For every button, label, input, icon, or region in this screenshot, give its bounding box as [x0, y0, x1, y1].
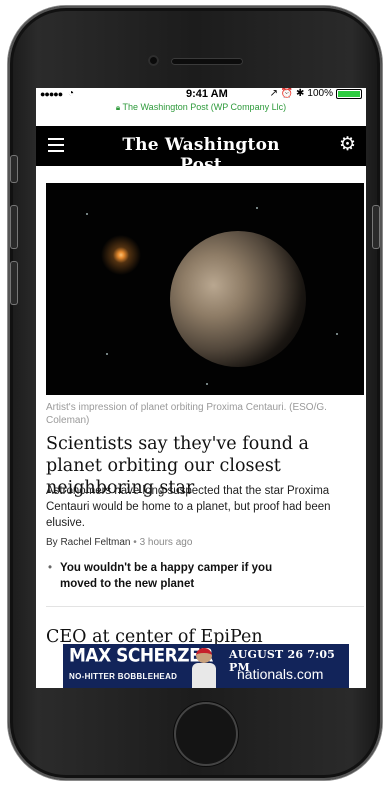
phone-screen: ●●●●● ◔ 9:41 AM ↗ ⏰ ✱ 100% 🔒︎ The Washin… [36, 88, 366, 688]
related-link[interactable]: • You wouldn't be a happy camper if you … [48, 560, 290, 592]
battery-icon [336, 88, 362, 99]
mute-switch [11, 156, 17, 182]
status-indicators: ↗ ⏰ ✱ 100% [270, 88, 362, 99]
ad-site: nationals.com [237, 666, 324, 682]
article-photo[interactable] [46, 183, 364, 395]
ad-subtitle: NO-HITTER BOBBLEHEAD [69, 672, 178, 681]
article-summary: Astronomers have long suspected that the… [46, 485, 331, 529]
wifi-icon: ◔ [68, 88, 75, 99]
related-link-text[interactable]: You wouldn't be a happy camper if you mo… [60, 562, 272, 590]
lock-icon: 🔒︎ [115, 103, 121, 112]
battery-percent: 100% [307, 88, 333, 99]
power-button [373, 206, 379, 248]
hamburger-menu-icon[interactable] [48, 138, 64, 152]
url-bar[interactable]: 🔒︎ The Washington Post (WP Company Llc) [36, 102, 366, 114]
home-button[interactable] [174, 702, 238, 766]
status-bar: ●●●●● ◔ 9:41 AM ↗ ⏰ ✱ 100% [36, 88, 366, 102]
top-navigation-bar: The Washington Post ⚙︎ [36, 126, 366, 175]
byline-time: 3 hours ago [139, 537, 193, 548]
planet-image [170, 231, 306, 367]
photo-caption: Artist's impression of planet orbiting P… [46, 402, 327, 426]
article-divider [46, 606, 364, 607]
bobblehead-image [189, 646, 219, 688]
byline-separator: • [133, 537, 137, 548]
banner-ad[interactable]: MAX SCHERZER NO-HITTER BOBBLEHEAD AUGUST… [63, 644, 349, 688]
earpiece-speaker [171, 58, 243, 65]
article-byline: By Rachel Feltman • 3 hours ago [46, 537, 364, 548]
masthead-logo[interactable]: The Washington Post [116, 135, 286, 175]
related-bullet: • [48, 562, 53, 574]
volume-up-button [11, 206, 17, 248]
status-time: 9:41 AM [186, 88, 228, 100]
url-bar-text: The Washington Post (WP Company Llc) [122, 102, 287, 112]
location-alarm-bluetooth-icons: ↗ ⏰ ✱ [269, 88, 305, 99]
signal-strength: ●●●●● [40, 89, 63, 99]
byline-author: By Rachel Feltman [46, 537, 131, 548]
gear-icon[interactable]: ⚙︎ [339, 135, 356, 154]
volume-down-button [11, 262, 17, 304]
front-camera [148, 55, 159, 66]
